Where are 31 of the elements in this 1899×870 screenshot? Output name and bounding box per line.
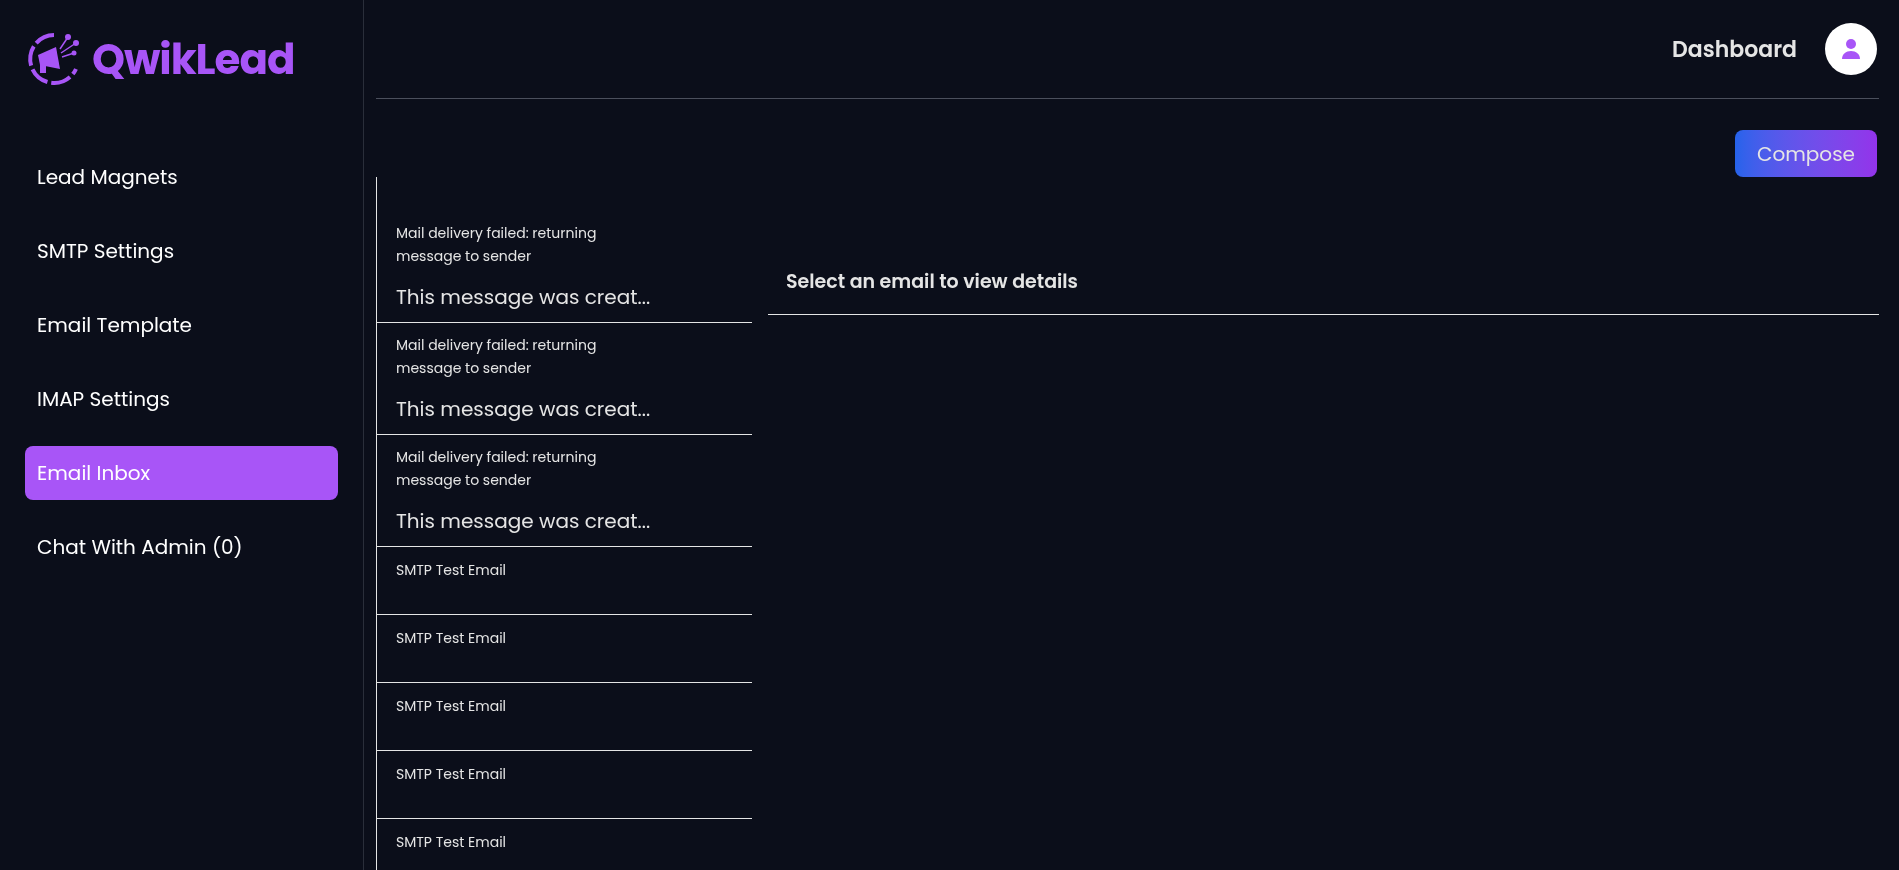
email-subject: SMTP Test Email [396,831,508,854]
email-subject: Mail delivery failed: returning message to sender [396,222,598,268]
email-subject: SMTP Test Email [396,695,508,718]
email-subject: Mail delivery failed: returning message to sender [396,446,598,492]
email-subject: SMTP Test Email [396,627,508,650]
detail-header: Select an email to view details [768,268,1879,315]
email-preview: This message was creat... [396,282,652,312]
email-list-item[interactable]: Mail delivery failed: returning message to sender This message was creat... [377,322,752,434]
email-list-item[interactable]: SMTP Test Email [377,750,752,818]
sidebar-item[interactable]: IMAP Settings [25,372,338,426]
page-title: Dashboard [1672,32,1797,66]
email-list-item[interactable]: SMTP Test Email [377,614,752,682]
sidebar-item[interactable]: Email Template [25,298,338,352]
email-list-item[interactable]: Mail delivery failed: returning message to sender This message was creat... [377,211,752,322]
email-list-item[interactable]: SMTP Test Email [377,818,752,870]
user-icon [1839,37,1863,61]
compose-button[interactable]: Compose [1735,130,1877,177]
email-subject: SMTP Test Email [396,763,508,786]
sidebar-item[interactable]: SMTP Settings [25,224,338,278]
sidebar-item[interactable]: Chat With Admin (0) [25,520,338,574]
brand-name: QwikLead [92,28,295,91]
email-list-item[interactable]: SMTP Test Email [377,546,752,614]
email-subject: Mail delivery failed: returning message to sender [396,334,598,380]
email-list-item[interactable]: Mail delivery failed: returning message to sender This message was creat... [377,434,752,546]
sidebar-item[interactable]: Lead Magnets [25,150,338,204]
email-subject: SMTP Test Email [396,559,508,582]
email-preview: This message was creat... [396,394,652,424]
email-list-item[interactable]: SMTP Test Email [377,682,752,750]
avatar-button[interactable] [1825,23,1877,75]
email-preview: This message was creat... [396,506,652,536]
sidebar-item[interactable]: Email Inbox [25,446,338,500]
